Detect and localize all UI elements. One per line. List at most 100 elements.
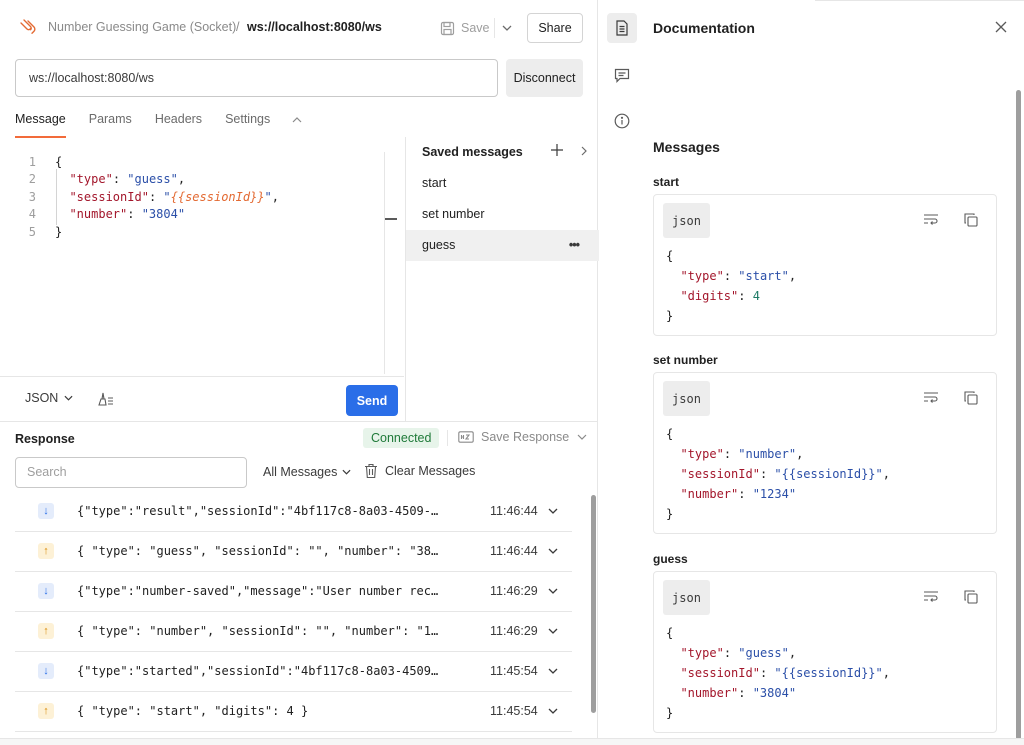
message-time: 11:46:44 — [490, 544, 538, 558]
save-response-button[interactable]: Save Response — [458, 430, 569, 444]
message-row[interactable]: ↓ {"type":"number-saved","message":"User… — [15, 572, 572, 612]
saved-message-item[interactable]: start — [406, 168, 599, 199]
code-line: "type": "start", — [680, 269, 797, 283]
message-filter-select[interactable]: All Messages — [263, 465, 351, 479]
info-icon — [614, 113, 630, 129]
chevron-down-icon — [502, 25, 512, 31]
more-options-icon[interactable]: ••• — [569, 230, 580, 261]
docs-title: Documentation — [653, 20, 755, 36]
beautify-icon[interactable] — [97, 391, 115, 407]
copy-icon[interactable] — [963, 212, 979, 228]
saved-messages-panel: Saved messages start set number guess ••… — [405, 137, 599, 421]
tab-message[interactable]: Message — [15, 112, 66, 138]
wrap-lines-icon[interactable] — [923, 391, 939, 405]
chevron-down-icon[interactable] — [547, 704, 559, 718]
chevron-down-icon[interactable] — [547, 544, 559, 558]
message-row[interactable]: ↑ { "type": "start", "digits": 4 } 11:45… — [15, 692, 572, 732]
tab-settings[interactable]: Settings — [225, 112, 270, 138]
saved-message-item[interactable]: guess ••• — [406, 230, 599, 261]
message-text: {"type":"started","sessionId":"4bf117c8-… — [77, 664, 445, 678]
message-text: {"type":"number-saved","message":"User n… — [77, 584, 445, 598]
save-button[interactable]: Save — [440, 14, 490, 42]
response-search-input[interactable]: Search — [15, 457, 247, 488]
copy-icon[interactable] — [963, 589, 979, 605]
chevron-right-icon[interactable] — [579, 144, 589, 158]
docs-scrollbar[interactable] — [1016, 90, 1021, 740]
clear-messages-label: Clear Messages — [385, 464, 476, 478]
message-filter-label: All Messages — [263, 465, 338, 479]
info-rail-button[interactable] — [607, 106, 637, 136]
code-line: "digits": 4 — [680, 289, 760, 303]
response-title: Response — [15, 432, 75, 446]
incoming-arrow-icon: ↓ — [38, 663, 54, 679]
comment-icon — [614, 68, 630, 83]
share-button[interactable]: Share — [527, 13, 583, 43]
message-row[interactable]: ↑ { "type": "guess", "sessionId": "", "n… — [15, 532, 572, 572]
copy-icon[interactable] — [963, 390, 979, 406]
status-badge: Connected — [363, 428, 440, 448]
editor-scrollbar-track — [384, 152, 385, 374]
docs-rail-button[interactable] — [607, 13, 637, 43]
code-line: } — [666, 507, 674, 521]
comments-rail-button[interactable] — [607, 60, 637, 90]
wrap-lines-icon[interactable] — [923, 213, 939, 227]
message-row[interactable]: ↑ { "type": "number", "sessionId": "", "… — [15, 612, 572, 652]
incoming-arrow-icon: ↓ — [38, 583, 54, 599]
clear-messages-button[interactable]: Clear Messages — [364, 463, 475, 479]
chevron-down-icon[interactable] — [547, 504, 559, 518]
message-time: 11:46:29 — [490, 624, 538, 638]
code-line: "sessionId": "{{sessionId}}", — [680, 467, 890, 481]
doc-message-name: guess — [653, 552, 688, 566]
plus-icon[interactable] — [550, 143, 564, 157]
message-row[interactable]: ↓ {"type":"result","sessionId":"4bf117c8… — [15, 492, 572, 532]
chevron-down-icon — [64, 395, 73, 401]
save-options-button[interactable] — [500, 18, 514, 38]
chevron-down-icon[interactable] — [547, 584, 559, 598]
save-response-label: Save Response — [481, 430, 570, 444]
chevron-down-icon[interactable] — [547, 664, 559, 678]
message-list-scrollbar[interactable] — [591, 495, 596, 713]
disconnect-button[interactable]: Disconnect — [506, 59, 583, 97]
doc-message-name: set number — [653, 353, 718, 367]
doc-message-card: json { "type": "guess", "sessionId": "{{… — [653, 571, 997, 733]
language-chip: json — [663, 203, 710, 238]
code-line: "type": "guess", — [680, 646, 797, 660]
editor-scrollbar[interactable] — [385, 218, 397, 220]
code-line: } — [666, 309, 674, 323]
send-button[interactable]: Send — [346, 385, 398, 416]
code-line: { — [666, 427, 674, 441]
format-label: JSON — [25, 391, 59, 405]
chevron-down-icon — [342, 469, 351, 475]
close-icon[interactable] — [994, 20, 1008, 34]
code-line: { — [666, 626, 674, 640]
code-line: "sessionId": "{{sessionId}}", — [69, 190, 280, 204]
collection-name[interactable]: Number Guessing Game (Socket) — [48, 20, 236, 34]
document-icon — [616, 20, 628, 36]
chevron-down-icon[interactable] — [577, 431, 587, 443]
message-time: 11:45:54 — [490, 704, 538, 718]
editor-footer: JSON Send — [0, 376, 404, 421]
language-chip: json — [663, 381, 710, 416]
message-row[interactable]: ↓ {"type":"started","sessionId":"4bf117c… — [15, 652, 572, 692]
saved-message-label: set number — [422, 207, 485, 221]
trash-icon — [365, 463, 377, 479]
format-select[interactable]: JSON — [25, 391, 73, 405]
floppy-icon — [440, 21, 455, 35]
request-name[interactable]: ws://localhost:8080/ws — [247, 20, 382, 34]
message-text: { "type": "start", "digits": 4 } — [77, 704, 309, 718]
outgoing-arrow-icon: ↑ — [38, 703, 54, 719]
wrap-lines-icon[interactable] — [923, 590, 939, 604]
url-input[interactable]: ws://localhost:8080/ws — [15, 59, 498, 97]
chevron-up-icon[interactable] — [290, 113, 304, 127]
chevron-down-icon[interactable] — [547, 624, 559, 638]
status-bar — [0, 738, 1024, 745]
tab-params[interactable]: Params — [89, 112, 132, 138]
code-line: { — [666, 249, 674, 263]
message-editor[interactable]: 1 2 3 4 5 { "type": "guess", "sessionId"… — [0, 150, 404, 376]
breadcrumb: Number Guessing Game (Socket) / ws://loc… — [0, 0, 598, 56]
code-line: } — [55, 225, 63, 239]
saved-message-item[interactable]: set number — [406, 199, 599, 230]
tab-headers[interactable]: Headers — [155, 112, 202, 138]
outgoing-arrow-icon: ↑ — [38, 623, 54, 639]
message-text: {"type":"result","sessionId":"4bf117c8-8… — [77, 504, 445, 518]
